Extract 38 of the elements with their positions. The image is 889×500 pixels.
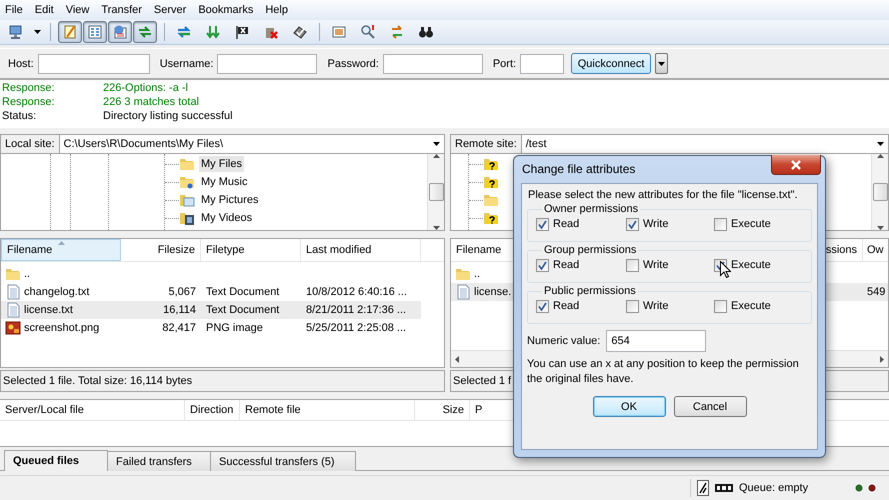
log-label: Response: [2, 95, 56, 109]
file-size: 82,417 [162, 322, 196, 334]
file-type: PNG image [206, 322, 263, 334]
site-label: Local site: [0, 134, 59, 154]
file-size: 16,114 [163, 304, 196, 316]
file-size: 5,067 [168, 286, 196, 298]
log-message: Directory listing successful [103, 109, 233, 123]
dialog-title: Change file attributes [522, 162, 636, 176]
site-label: Remote site: [450, 134, 521, 154]
field-label: Password: [327, 58, 379, 70]
status-text: Selected 1 file. Total size: 16,114 bytes [0, 370, 445, 392]
field-label: Host: [8, 58, 34, 70]
file-date: 10/8/2012 6:40:16 ... [306, 286, 407, 298]
file-name: license. [474, 286, 512, 298]
log-message: 226-Options: -a -l [103, 81, 188, 95]
group-title: Group permissions [544, 244, 636, 256]
file-name: .. [474, 268, 480, 280]
file-name: screenshot.png [24, 322, 100, 334]
group-title: Owner permissions [544, 203, 638, 215]
file-name: changelog.txt [24, 286, 90, 298]
file-owner: 549 [867, 286, 886, 298]
log-message: 226 3 matches total [103, 95, 200, 109]
file-name: license.txt [24, 304, 73, 316]
file-date: 5/25/2011 2:25:08 ... [306, 322, 406, 334]
field-label: Username: [160, 58, 214, 70]
queue-status: Queue: empty [739, 482, 810, 494]
file-date: 8/21/2011 2:17:36 ... [306, 304, 406, 316]
field-label: Port: [492, 58, 516, 70]
file-name: .. [24, 268, 30, 280]
path-text: C:\Users\R\Documents\My Files\ [64, 138, 224, 150]
field-label: Numeric value: [527, 335, 600, 347]
group-title: Public permissions [544, 285, 636, 297]
path-text: /test [526, 138, 547, 150]
log-label: Status: [2, 109, 38, 123]
log-label: Response: [2, 81, 56, 95]
file-type: Text Document [206, 286, 280, 298]
file-type: Text Document [206, 304, 280, 316]
dialog-message: Please select the new attributes for the file "license.txt". [528, 189, 798, 201]
